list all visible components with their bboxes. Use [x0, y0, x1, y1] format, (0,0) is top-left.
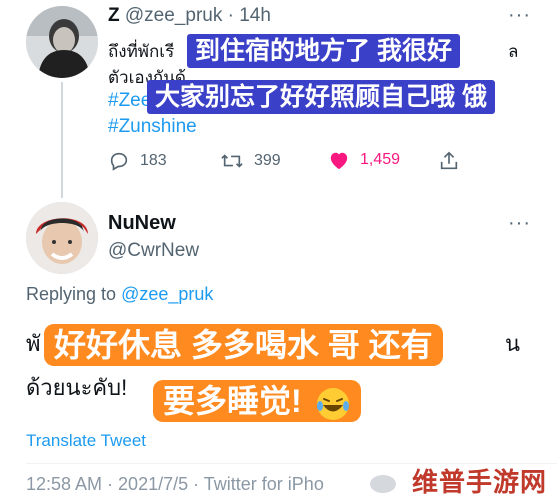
- heart-icon: [330, 152, 348, 170]
- tweet1-text-line1-tail: ล: [508, 42, 519, 61]
- tweet1-time[interactable]: 14h: [239, 5, 271, 26]
- reply-count: 183: [140, 152, 167, 169]
- replying-to: Replying to @zee_pruk: [26, 284, 213, 305]
- tweet1-hashtag-zunshine[interactable]: #Zunshine: [108, 116, 197, 138]
- replying-to-handle[interactable]: @zee_pruk: [121, 284, 213, 304]
- caption-blue-line1: 到住宿的地方了 我很好: [187, 34, 460, 68]
- translate-tweet-link[interactable]: Translate Tweet: [26, 431, 146, 451]
- watermark-badge: [370, 475, 396, 493]
- laughing-tears-emoji: [316, 387, 349, 420]
- tweet2-more-icon[interactable]: ···: [508, 212, 531, 235]
- like-count: 1,459: [360, 151, 401, 168]
- caption-orange-line2: 要多睡觉!: [153, 380, 361, 422]
- caption-orange-line2-text: 要多睡觉!: [163, 383, 302, 419]
- tweet1-hashtag-zee[interactable]: #Zee: [108, 90, 151, 112]
- tweet2-text-line1-tail: น: [505, 331, 521, 356]
- retweet-count: 399: [254, 152, 281, 169]
- tweet2-text-line2: ด้วยนะคับ!: [26, 375, 128, 400]
- caption-blue-line2: 大家别忘了好好照顾自己哦 饿: [147, 80, 495, 114]
- caption-orange-line1: 好好休息 多多喝水 哥 还有: [44, 324, 443, 366]
- tweet1-handle[interactable]: @zee_pruk: [125, 5, 222, 26]
- tweet1-more-icon[interactable]: ···: [508, 4, 531, 27]
- tweet2-timestamp[interactable]: 12:58 AM · 2021/7/5 · Twitter for iPho: [26, 474, 324, 495]
- share-icon: [440, 151, 458, 170]
- replying-prefix: Replying to: [26, 284, 117, 304]
- reply-button[interactable]: 183: [108, 150, 167, 172]
- tweet1-separator: ·: [227, 5, 234, 26]
- watermark-logo: 维普手游网: [411, 467, 547, 497]
- thread-connector: [61, 82, 63, 198]
- tweet1-actions: 183 399 1,459: [108, 150, 468, 174]
- tweet2-author-name[interactable]: NuNew: [108, 212, 176, 235]
- tweet1-text-line1: ถึงที่พักเรี: [108, 42, 175, 61]
- tweet2-handle[interactable]: @CwrNew: [108, 240, 199, 262]
- share-button[interactable]: [438, 150, 460, 172]
- tweet1-author-name[interactable]: Z: [108, 5, 120, 26]
- like-button[interactable]: 1,459: [328, 150, 400, 170]
- avatar-nunew[interactable]: [26, 202, 98, 274]
- avatar-z[interactable]: [26, 6, 98, 78]
- retweet-button[interactable]: 399: [220, 150, 281, 172]
- retweet-icon: [221, 154, 243, 168]
- reply-icon: [110, 152, 128, 171]
- tweet1-header: Z @zee_pruk · 14h: [108, 5, 271, 27]
- tweet2-text-line1-head: พั: [26, 331, 41, 356]
